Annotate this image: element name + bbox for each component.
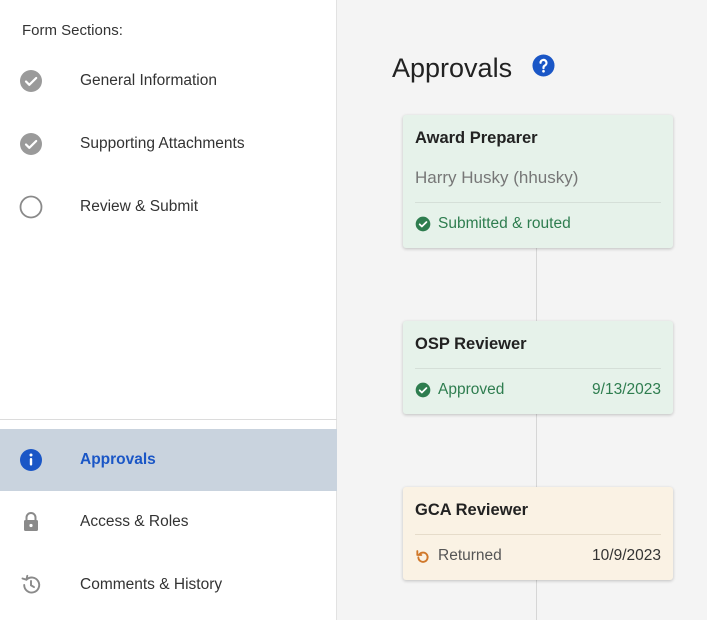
sidebar-item-supporting-attachments[interactable]: Supporting Attachments [0, 113, 337, 175]
approvals-panel: Approvals Award Preparer Harry Husky (hh… [338, 0, 707, 620]
check-circle-icon [19, 69, 43, 93]
approval-status: Returned [438, 547, 502, 564]
sidebar-item-label: Comments & History [80, 576, 223, 593]
sidebar-item-label: Access & Roles [80, 513, 189, 530]
sidebar-divider [0, 419, 337, 420]
sidebar-item-label: Approvals [80, 451, 156, 468]
connector-line [536, 414, 537, 487]
sidebar-item-comments-history[interactable]: Comments & History [0, 554, 337, 616]
approval-status-row: Submitted & routed [415, 215, 661, 233]
check-circle-icon [19, 132, 43, 156]
approval-role: OSP Reviewer [415, 335, 527, 353]
sidebar-item-label: General Information [80, 72, 217, 89]
empty-circle-icon [19, 195, 43, 219]
approval-status-row: Approved 9/13/2023 [415, 381, 661, 399]
approval-date: 10/9/2023 [592, 547, 661, 564]
connector-line [536, 580, 537, 620]
sidebar-item-general-information[interactable]: General Information [0, 50, 337, 112]
check-circle-icon [415, 216, 431, 232]
approval-date: 9/13/2023 [592, 381, 661, 398]
approval-status-row: Returned 10/9/2023 [415, 547, 661, 565]
history-icon [19, 573, 43, 597]
form-sections-title: Form Sections: [22, 22, 123, 39]
approval-card-award-preparer: Award Preparer Harry Husky (hhusky) Subm… [403, 115, 673, 248]
sidebar-item-label: Supporting Attachments [80, 135, 245, 152]
lock-icon [19, 510, 43, 534]
page-title: Approvals [392, 53, 513, 83]
approval-role: Award Preparer [415, 129, 538, 147]
card-divider [415, 368, 661, 369]
card-divider [415, 202, 661, 203]
card-divider [415, 534, 661, 535]
approval-card-osp-reviewer: OSP Reviewer Approved 9/13/2023 [403, 321, 673, 414]
approval-status: Submitted & routed [438, 215, 571, 232]
approval-status: Approved [438, 381, 505, 398]
sidebar-item-approvals[interactable]: Approvals [0, 429, 337, 491]
sidebar-item-label: Review & Submit [80, 198, 199, 215]
form-sections-sidebar: Form Sections: General Information Suppo… [0, 0, 337, 620]
info-icon [19, 448, 43, 472]
approval-card-gca-reviewer: GCA Reviewer Returned 10/9/2023 [403, 487, 673, 580]
undo-icon [415, 548, 431, 564]
help-icon[interactable] [532, 54, 555, 77]
sidebar-item-access-roles[interactable]: Access & Roles [0, 491, 337, 553]
sidebar-item-review-submit[interactable]: Review & Submit [0, 176, 337, 238]
approval-person: Harry Husky (hhusky) [415, 168, 579, 187]
check-circle-icon [415, 382, 431, 398]
connector-line [536, 248, 537, 321]
approval-role: GCA Reviewer [415, 501, 529, 519]
